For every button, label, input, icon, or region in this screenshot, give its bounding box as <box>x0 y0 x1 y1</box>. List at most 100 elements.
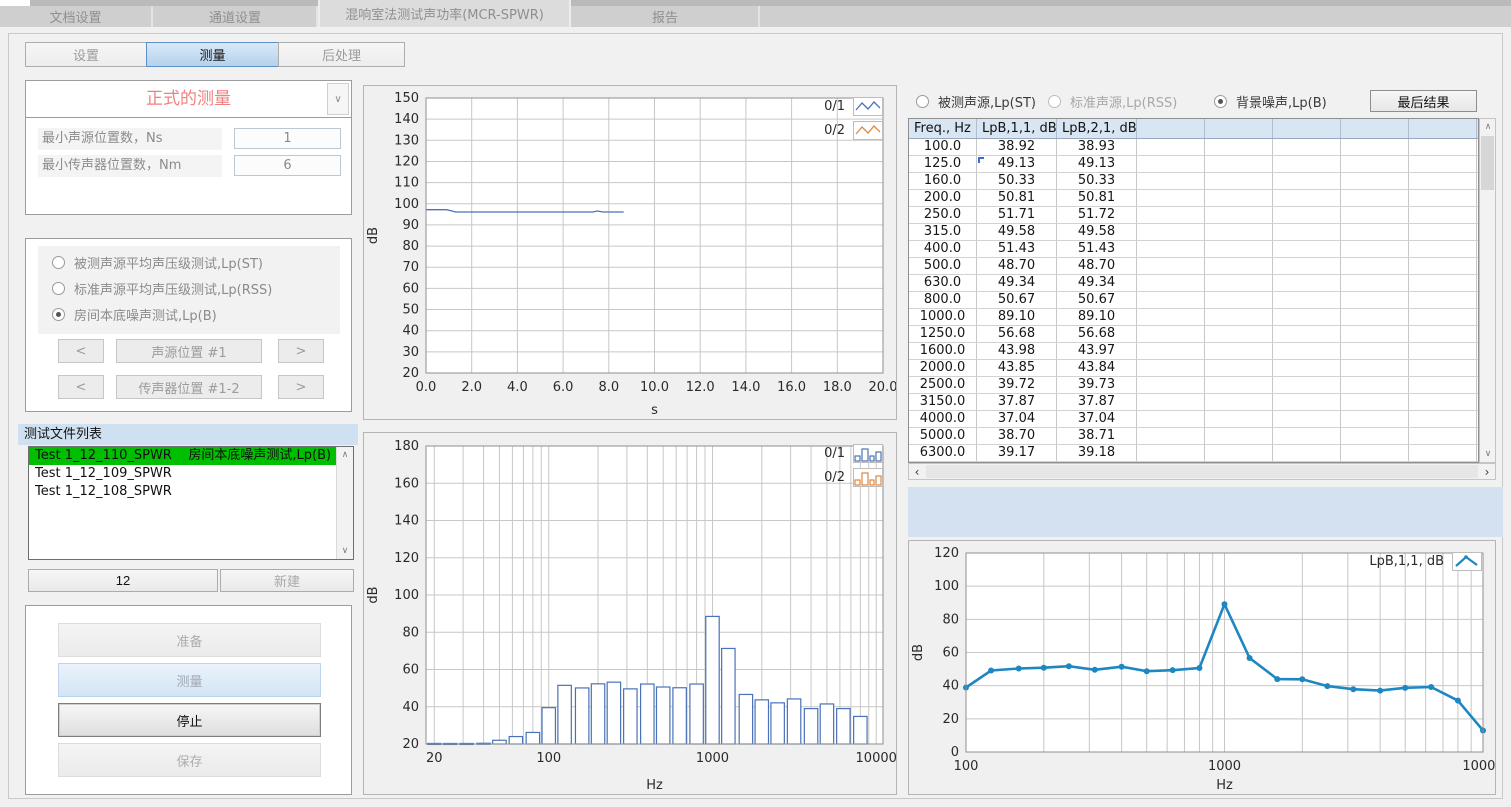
table-cell[interactable] <box>1273 207 1341 223</box>
table-cell[interactable] <box>1341 411 1409 427</box>
spectrum-bar-chart[interactable]: 2010010001000020406080100120140160180Hzd… <box>363 432 897 795</box>
table-cell[interactable] <box>1137 156 1205 172</box>
tab-channel-settings[interactable]: 通道设置 <box>154 6 318 27</box>
tab-report[interactable]: 报告 <box>572 6 760 27</box>
table-cell[interactable]: 56.68 <box>977 326 1057 342</box>
subtab-postprocess[interactable]: 后处理 <box>278 42 405 67</box>
legend-entry[interactable]: 0/1 <box>824 97 883 116</box>
table-cell[interactable] <box>1409 190 1477 206</box>
table-cell[interactable] <box>1409 156 1477 172</box>
table-cell[interactable] <box>1273 445 1341 461</box>
table-cell[interactable] <box>1137 292 1205 308</box>
table-cell[interactable] <box>1409 275 1477 291</box>
table-cell[interactable]: 49.34 <box>977 275 1057 291</box>
table-cell[interactable] <box>1341 275 1409 291</box>
table-cell[interactable] <box>1341 309 1409 325</box>
table-cell[interactable] <box>1205 173 1273 189</box>
dropdown-button[interactable]: ∨ <box>327 83 349 115</box>
table-cell[interactable]: 1250.0 <box>909 326 977 342</box>
table-cell[interactable] <box>1137 241 1205 257</box>
test-file-item[interactable]: Test 1_12_110_SPWR 房间本底噪声测试,Lp(B) <box>29 447 336 465</box>
legend-entry[interactable]: LpB,1,1, dB <box>1369 552 1482 571</box>
source-prev-button[interactable]: < <box>58 339 104 363</box>
last-result-button[interactable]: 最后结果 <box>1370 90 1477 112</box>
table-cell[interactable]: 100.0 <box>909 139 977 155</box>
table-cell[interactable]: 38.70 <box>977 428 1057 444</box>
table-cell[interactable] <box>1205 207 1273 223</box>
table-row[interactable]: 3150.037.8737.87 <box>909 394 1478 411</box>
table-cell[interactable]: 500.0 <box>909 258 977 274</box>
table-cell[interactable] <box>1341 258 1409 274</box>
table-cell[interactable] <box>1409 241 1477 257</box>
new-file-button[interactable]: 新建 <box>220 569 354 592</box>
result-filter-radio[interactable]: 背景噪声,Lp(B) <box>1214 92 1327 110</box>
table-cell[interactable] <box>1341 207 1409 223</box>
table-cell[interactable]: 6300.0 <box>909 445 977 461</box>
measure-button[interactable]: 测量 <box>58 663 321 697</box>
table-row[interactable]: 160.050.3350.33 <box>909 173 1478 190</box>
table-cell[interactable]: 39.73 <box>1057 377 1137 393</box>
table-cell[interactable] <box>1205 241 1273 257</box>
table-row[interactable]: 5000.038.7038.71 <box>909 428 1478 445</box>
table-cell[interactable] <box>1137 377 1205 393</box>
table-cell[interactable] <box>1341 343 1409 359</box>
table-cell[interactable] <box>1341 394 1409 410</box>
table-cell[interactable]: 400.0 <box>909 241 977 257</box>
table-cell[interactable] <box>1137 207 1205 223</box>
table-cell[interactable] <box>1205 292 1273 308</box>
table-row[interactable]: 1250.056.6856.68 <box>909 326 1478 343</box>
table-cell[interactable] <box>1205 360 1273 376</box>
table-cell[interactable] <box>1341 139 1409 155</box>
table-row[interactable]: 250.051.7151.72 <box>909 207 1478 224</box>
table-cell[interactable] <box>1205 224 1273 240</box>
test-type-radio[interactable]: 被测声源平均声压级测试,Lp(ST) <box>52 253 263 271</box>
table-row[interactable]: 400.051.4351.43 <box>909 241 1478 258</box>
table-cell[interactable] <box>1273 360 1341 376</box>
table-cell[interactable]: 89.10 <box>1057 309 1137 325</box>
table-cell[interactable] <box>1137 173 1205 189</box>
table-row[interactable]: 2500.039.7239.73 <box>909 377 1478 394</box>
table-cell[interactable] <box>1205 275 1273 291</box>
scroll-up-arrow[interactable]: ∧ <box>1480 119 1496 135</box>
table-row[interactable]: 630.049.3449.34 <box>909 275 1478 292</box>
table-cell[interactable] <box>1273 411 1341 427</box>
table-cell[interactable] <box>1137 275 1205 291</box>
param-value-input[interactable]: 6 <box>234 155 341 176</box>
scrollbar-thumb[interactable] <box>926 465 1478 478</box>
column-header[interactable]: LpB,1,1, dB <box>977 119 1057 138</box>
table-cell[interactable]: 2000.0 <box>909 360 977 376</box>
table-cell[interactable] <box>1409 207 1477 223</box>
table-cell[interactable] <box>1273 326 1341 342</box>
scroll-down-arrow[interactable]: ∨ <box>337 543 353 559</box>
table-cell[interactable] <box>1273 190 1341 206</box>
table-cell[interactable]: 630.0 <box>909 275 977 291</box>
table-cell[interactable] <box>1137 394 1205 410</box>
table-cell[interactable] <box>1409 377 1477 393</box>
tab-mcr-spwr[interactable]: 混响室法测试声功率(MCR-SPWR) <box>318 0 571 27</box>
legend-entry[interactable]: 0/2 <box>824 468 883 487</box>
spectrum-bars-plot[interactable]: 2010010001000020406080100120140160180Hzd… <box>364 433 896 794</box>
table-cell[interactable] <box>1137 224 1205 240</box>
table-cell[interactable]: 51.43 <box>977 241 1057 257</box>
table-row[interactable]: 125.049.1349.13 <box>909 156 1478 173</box>
table-cell[interactable]: 39.17 <box>977 445 1057 461</box>
table-cell[interactable]: 125.0 <box>909 156 977 172</box>
param-value-input[interactable]: 1 <box>234 128 341 149</box>
scroll-left-arrow[interactable]: ‹ <box>909 464 925 479</box>
table-cell[interactable] <box>1273 394 1341 410</box>
table-cell[interactable] <box>1409 326 1477 342</box>
table-cell[interactable]: 50.67 <box>1057 292 1137 308</box>
table-cell[interactable]: 51.43 <box>1057 241 1137 257</box>
table-cell[interactable] <box>1137 139 1205 155</box>
scroll-up-arrow[interactable]: ∧ <box>337 447 353 463</box>
table-row[interactable]: 1000.089.1089.10 <box>909 309 1478 326</box>
table-cell[interactable] <box>1273 173 1341 189</box>
table-cell[interactable]: 50.81 <box>977 190 1057 206</box>
table-cell[interactable] <box>1341 445 1409 461</box>
table-cell[interactable]: 38.71 <box>1057 428 1137 444</box>
table-cell[interactable] <box>1205 428 1273 444</box>
legend-entry[interactable]: 0/1 <box>824 444 883 463</box>
table-cell[interactable] <box>1409 139 1477 155</box>
column-header[interactable]: LpB,2,1, dB <box>1057 119 1137 138</box>
table-cell[interactable] <box>1137 445 1205 461</box>
